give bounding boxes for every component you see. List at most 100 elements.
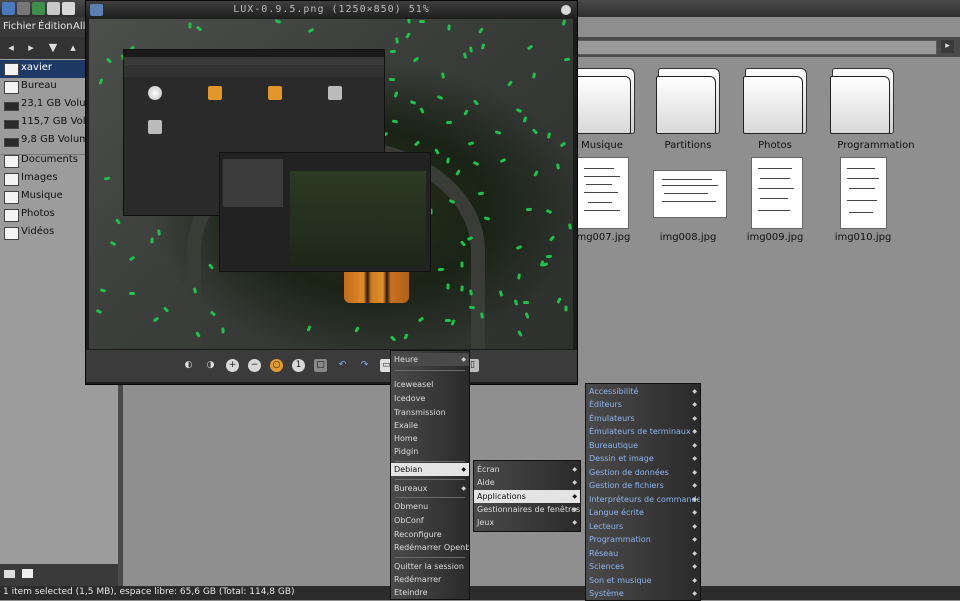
browser-launcher-icon[interactable] xyxy=(32,2,45,15)
menu-item-iceweasel[interactable]: Iceweasel xyxy=(391,378,469,391)
leaf-graphic xyxy=(410,100,417,106)
menu-item-label: Langue écrite xyxy=(589,508,644,517)
game-launcher-icon[interactable] xyxy=(62,2,75,15)
embedded-menubar xyxy=(124,57,384,65)
menu-item-home[interactable]: Home xyxy=(391,432,469,445)
leaf-graphic xyxy=(516,273,521,280)
folder-item-musique[interactable] xyxy=(571,68,635,136)
menu-item-emulateurs[interactable]: Émulateurs ◆ xyxy=(586,412,700,425)
up-icon[interactable]: ▴ xyxy=(66,41,80,55)
zoom-original-icon[interactable]: 1 xyxy=(292,359,305,372)
leaf-graphic xyxy=(467,140,475,146)
menu-item-label: ObConf xyxy=(394,516,424,525)
leaf-graphic xyxy=(307,28,314,34)
fullscreen-icon[interactable]: ▢ xyxy=(314,359,327,372)
folder-item-photos[interactable] xyxy=(743,68,807,136)
next-icon[interactable]: ↷ xyxy=(358,359,371,372)
menu-item-systeme[interactable]: Système ◆ xyxy=(586,587,700,600)
menu-item-programmation[interactable]: Programmation ◆ xyxy=(586,533,700,546)
menu-item-obconf[interactable]: ObConf xyxy=(391,514,469,527)
menu-item-transmission[interactable]: Transmission xyxy=(391,406,469,419)
menu-item-lecteurs[interactable]: Lecteurs ◆ xyxy=(586,520,700,533)
menu-item-bureautique[interactable]: Bureautique ◆ xyxy=(586,439,700,452)
menu-fichier[interactable]: Fichier xyxy=(3,21,36,32)
terminal-launcher-icon[interactable] xyxy=(17,2,30,15)
menu-item-jeux[interactable]: Jeux ◆ xyxy=(474,516,580,529)
drive-icon[interactable] xyxy=(4,570,15,578)
file-manager-toolbar: ◂ ▸ ▼ ▴ xyxy=(0,37,88,59)
drive-icon xyxy=(4,138,19,147)
close-icon[interactable] xyxy=(561,5,571,15)
debian-submenu: Écran ◆ Aide ◆ Applications ◆ Gestionnaires… xyxy=(473,460,581,532)
menu-item-icedove[interactable]: Icedove xyxy=(391,392,469,405)
back-icon[interactable]: ◂ xyxy=(4,41,18,55)
rotate-right-icon[interactable]: ◑ xyxy=(204,359,217,372)
menu-item-label: Lecteurs xyxy=(589,522,624,531)
menu-item-shutdown[interactable]: Eteindre xyxy=(391,586,469,599)
menu-item-label: Bureautique xyxy=(589,441,638,450)
image-thumbnail-img007[interactable] xyxy=(577,157,629,229)
menu-item-label: Icedove xyxy=(394,394,426,403)
sidebar-item-label: Photos xyxy=(21,208,55,219)
menu-item-reseau[interactable]: Réseau ◆ xyxy=(586,547,700,560)
sidebar-footer xyxy=(0,564,118,586)
leaf-graphic xyxy=(419,106,425,114)
submenu-arrow-icon: ◆ xyxy=(692,428,697,435)
dropdown-arrow-icon[interactable]: ▼ xyxy=(46,41,60,55)
leaf-graphic xyxy=(462,52,467,60)
menu-item-applications[interactable]: Applications ◆ xyxy=(474,490,580,503)
window-titlebar[interactable]: LUX-0.9.5.png (1250×850) 51% xyxy=(86,1,577,19)
menu-item-heure[interactable]: Heure ◆ xyxy=(391,353,469,366)
menu-item-aide[interactable]: Aide ◆ xyxy=(474,476,580,489)
menu-item-window-managers[interactable]: Gestionnaires de fenêtres ◆ xyxy=(474,503,580,516)
menu-item-son-musique[interactable]: Son et musique ◆ xyxy=(586,574,700,587)
menu-item-gestion-fichiers[interactable]: Gestion de fichiers ◆ xyxy=(586,479,700,492)
folder-icon[interactable] xyxy=(22,569,33,578)
window-title: LUX-0.9.5.png (1250×850) 51% xyxy=(233,4,430,15)
menu-item-gestion-donnees[interactable]: Gestion de données ◆ xyxy=(586,466,700,479)
menu-item-ecran[interactable]: Écran ◆ xyxy=(474,463,580,476)
menu-item-accessibilite[interactable]: Accessibilité ◆ xyxy=(586,385,700,398)
menu-item-logout[interactable]: Quitter la session xyxy=(391,560,469,573)
menu-item-shells[interactable]: Interpréteurs de commandes ◆ xyxy=(586,493,700,506)
menu-item-exaile[interactable]: Exaile xyxy=(391,419,469,432)
menu-item-obmenu[interactable]: Obmenu xyxy=(391,500,469,513)
image-thumbnail-img008[interactable] xyxy=(653,170,727,218)
rotate-left-icon[interactable]: ◐ xyxy=(182,359,195,372)
menu-item-editeurs[interactable]: Éditeurs ◆ xyxy=(586,398,700,411)
folder-item-programmation[interactable] xyxy=(830,68,894,136)
image-thumbnail-img010[interactable] xyxy=(840,157,887,229)
forward-icon[interactable]: ▸ xyxy=(24,41,38,55)
menu-item-pidgin[interactable]: Pidgin xyxy=(391,445,469,458)
mail-launcher-icon[interactable] xyxy=(47,2,60,15)
menu-item-reconfigure[interactable]: Reconfigure xyxy=(391,528,469,541)
zoom-out-icon[interactable]: − xyxy=(248,359,261,372)
menu-item-dessin-image[interactable]: Dessin et image ◆ xyxy=(586,452,700,465)
drive-icon xyxy=(328,86,342,100)
go-icon[interactable]: ▸ xyxy=(941,40,954,53)
menu-item-langue-ecrite[interactable]: Langue écrite ◆ xyxy=(586,506,700,519)
menu-item-label: Accessibilité xyxy=(589,387,639,396)
leaf-graphic xyxy=(406,19,411,24)
zoom-fit-icon[interactable]: ○ xyxy=(270,359,283,372)
app-launcher-icon[interactable] xyxy=(2,2,15,15)
folder-icon-front xyxy=(743,76,803,134)
menu-item-reboot[interactable]: Redémarrer xyxy=(391,573,469,586)
zoom-in-icon[interactable]: + xyxy=(226,359,239,372)
location-input[interactable] xyxy=(575,40,937,55)
folder-item-partitions[interactable] xyxy=(656,68,720,136)
menu-item-sciences[interactable]: Sciences ◆ xyxy=(586,560,700,573)
menu-item-bureaux[interactable]: Bureaux ◆ xyxy=(391,482,469,495)
folder-icon xyxy=(4,155,19,168)
previous-icon[interactable]: ↶ xyxy=(336,359,349,372)
leaf-graphic xyxy=(513,299,519,306)
menu-edition[interactable]: Édition xyxy=(38,21,73,32)
menu-item-terminal-emulators[interactable]: Émulateurs de terminaux ◆ xyxy=(586,425,700,438)
menu-item-debian[interactable]: Debian ◆ xyxy=(391,463,469,476)
menu-item-restart-openbox[interactable]: Redémarrer Openbox xyxy=(391,541,469,554)
leaf-graphic xyxy=(95,309,103,315)
image-viewer-window: LUX-0.9.5.png (1250×850) 51% ◐ ◑ + − ○ 1 xyxy=(85,0,578,385)
image-thumbnail-img009[interactable] xyxy=(751,157,803,229)
displayed-image[interactable] xyxy=(89,19,573,349)
floppy-icon xyxy=(148,120,162,134)
